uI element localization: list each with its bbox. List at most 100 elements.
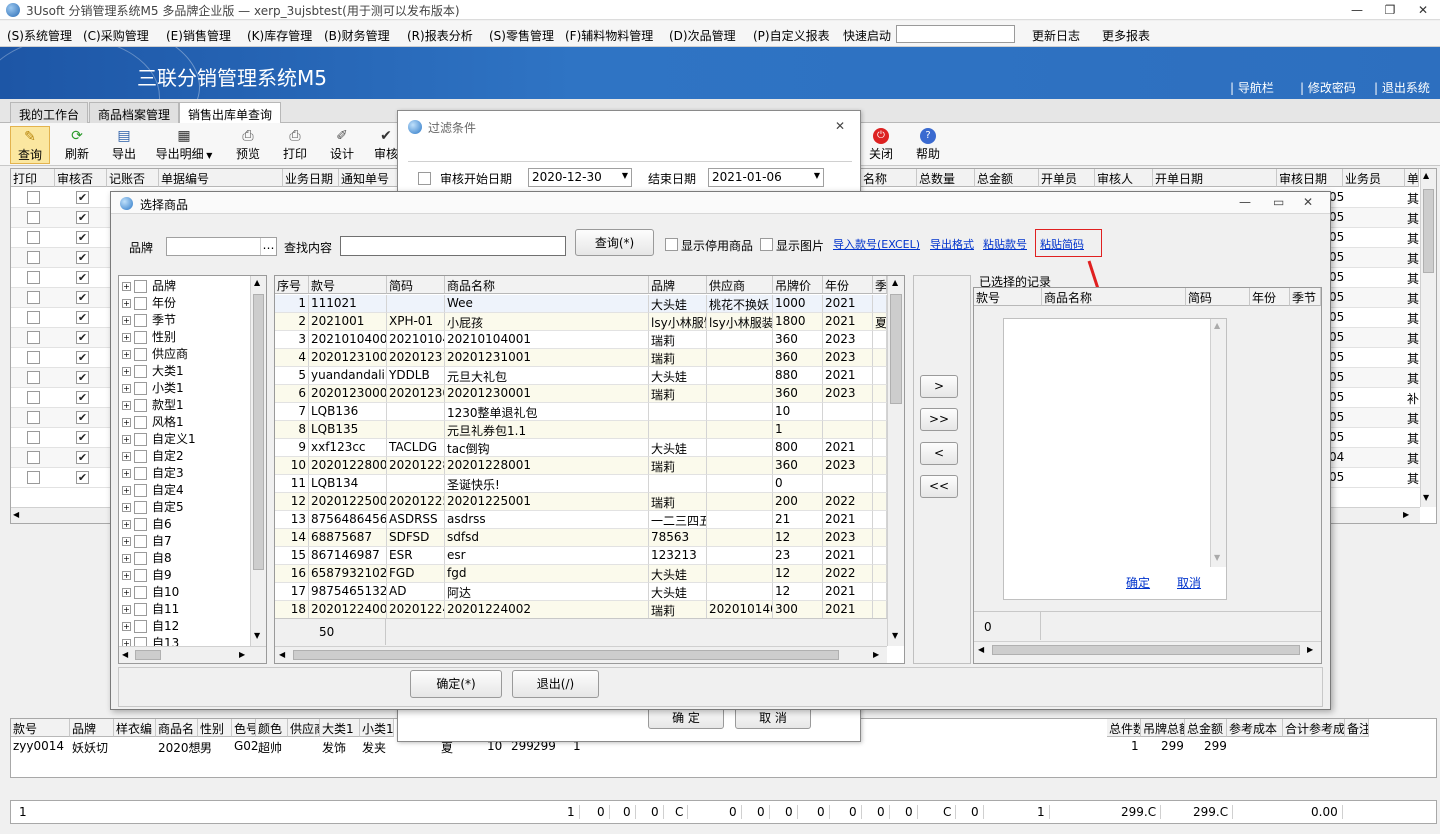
table-row[interactable]: 122020122500120201225C20201225001瑞莉20020… xyxy=(275,493,887,511)
filter-close-icon[interactable]: ✕ xyxy=(835,119,845,133)
col-name[interactable]: 名称 xyxy=(861,169,917,187)
print-checkbox[interactable] xyxy=(27,311,40,324)
selected-hscroll-thumb[interactable] xyxy=(992,645,1300,655)
tree-checkbox[interactable] xyxy=(134,280,147,293)
tree-checkbox[interactable] xyxy=(134,399,147,412)
menu-inventory[interactable]: (K)库存管理 xyxy=(247,27,312,44)
tree-node[interactable]: + 自定2 xyxy=(122,447,184,464)
col-tag-total[interactable]: 吊牌总额 xyxy=(1141,719,1185,737)
scroll-down-icon[interactable]: ▼ xyxy=(254,631,260,640)
expand-icon[interactable]: + xyxy=(122,299,131,308)
remove-all-button[interactable]: << xyxy=(920,475,958,498)
print-button[interactable]: ⎙ 打印 xyxy=(279,126,311,164)
product-hscroll-thumb[interactable] xyxy=(293,650,839,660)
tree-checkbox[interactable] xyxy=(134,484,147,497)
tab-product-archive[interactable]: 商品档案管理 xyxy=(89,102,180,123)
expand-icon[interactable]: + xyxy=(122,384,131,393)
exit-button[interactable]: 退出(/) xyxy=(512,670,599,698)
menu-purchase[interactable]: (C)采购管理 xyxy=(83,27,149,44)
tree-vscroll[interactable]: ▲ ▼ xyxy=(250,276,266,646)
tree-checkbox[interactable] xyxy=(134,620,147,633)
menu-retail[interactable]: (S)零售管理 xyxy=(489,27,554,44)
table-row[interactable]: 9 xxf123cc TACLDG tac倒钩 大头娃 800 2021 xyxy=(275,439,887,457)
tree-node[interactable]: + 自定3 xyxy=(122,464,184,481)
export-format-link[interactable]: 导出格式 xyxy=(930,236,974,252)
tree-node[interactable]: + 款型1 xyxy=(122,396,184,413)
tree-checkbox[interactable] xyxy=(134,501,147,514)
add-all-button[interactable]: >> xyxy=(920,408,958,431)
product-grid-hscroll[interactable]: ◀ ▶ xyxy=(275,646,887,663)
nav-link[interactable]: | 导航栏 xyxy=(1230,79,1274,96)
audited-checkbox[interactable]: ✔ xyxy=(76,331,89,344)
audit-button[interactable]: ✔ 审核 xyxy=(372,126,400,164)
col-product-name[interactable]: 商品名 xyxy=(156,719,198,737)
tree-checkbox[interactable] xyxy=(134,603,147,616)
menu-changelog[interactable]: 更新日志 xyxy=(1032,27,1080,44)
audited-checkbox[interactable]: ✔ xyxy=(76,351,89,364)
menu-sales[interactable]: (E)销售管理 xyxy=(166,27,231,44)
expand-icon[interactable]: + xyxy=(122,520,131,529)
close-window-button[interactable]: ✕ xyxy=(1406,0,1440,20)
add-selected-button[interactable]: > xyxy=(920,375,958,398)
tree-checkbox[interactable] xyxy=(134,382,147,395)
refresh-button[interactable]: ⟳ 刷新 xyxy=(61,126,93,164)
table-row[interactable]: 8 LQB135 元旦礼券包1.1 1 xyxy=(275,421,887,439)
table-row[interactable]: 5yuandandalibaoYDDLB元旦大礼包大头娃 8802021 xyxy=(275,367,887,385)
end-date-field[interactable]: 2021-01-06 ▼ xyxy=(708,168,824,187)
menu-defects[interactable]: (D)次品管理 xyxy=(669,27,736,44)
table-row[interactable]: 17 98754651327 AD 阿达 大头娃 12 2021 xyxy=(275,583,887,601)
main-grid-vscroll-thumb[interactable] xyxy=(1423,189,1434,273)
dropdown-arrow-icon[interactable]: ▼ xyxy=(622,171,628,180)
col-brand[interactable]: 品牌 xyxy=(70,719,114,737)
tree-hscroll[interactable]: ◀ ▶ xyxy=(119,646,266,663)
tree-checkbox[interactable] xyxy=(134,331,147,344)
col-color-no[interactable]: 色号 xyxy=(232,719,256,737)
scroll-left-icon[interactable]: ◀ xyxy=(13,510,19,519)
selected-hscroll[interactable]: ◀ ▶ xyxy=(974,641,1321,658)
col-total-ref-cost[interactable]: 合计参考成 xyxy=(1283,719,1345,737)
tree-checkbox[interactable] xyxy=(134,586,147,599)
tree-checkbox[interactable] xyxy=(134,518,147,531)
popup-ok-link[interactable]: 确定 xyxy=(1126,574,1150,591)
menu-finance[interactable]: (B)财务管理 xyxy=(324,27,390,44)
filter-ok-button[interactable]: 确 定 xyxy=(648,707,724,729)
col-sample-no[interactable]: 样衣编 xyxy=(114,719,156,737)
col-gender[interactable]: 性别 xyxy=(198,719,232,737)
col-product-name[interactable]: 商品名称 xyxy=(445,276,649,294)
scroll-up-icon[interactable]: ▲ xyxy=(1423,171,1429,180)
table-row[interactable]: 1 111021 Wee 大头娃 桃花不换妖 1000 2021 xyxy=(275,295,887,313)
tree-node[interactable]: + 性别 xyxy=(122,328,176,345)
sel-col-name[interactable]: 商品名称 xyxy=(1042,288,1186,306)
expand-icon[interactable]: + xyxy=(122,537,131,546)
dropdown-arrow-icon[interactable]: ▼ xyxy=(814,171,820,180)
scroll-right-icon[interactable]: ▶ xyxy=(873,650,879,659)
close-button[interactable]: ⏻ 关闭 xyxy=(865,126,897,164)
tree-node[interactable]: + 自8 xyxy=(122,549,172,566)
export-detail-button[interactable]: ▦ 导出明细 ▼ xyxy=(149,126,219,164)
help-button[interactable]: ? 帮助 xyxy=(912,126,944,164)
print-checkbox[interactable] xyxy=(27,191,40,204)
show-image-checkbox[interactable] xyxy=(760,238,773,251)
table-row[interactable]: 13 8756486456 ASDRSS asdrss 一二三四五 21 2021 xyxy=(275,511,887,529)
print-checkbox[interactable] xyxy=(27,251,40,264)
tree-node[interactable]: + 品牌 xyxy=(122,277,176,294)
expand-icon[interactable]: + xyxy=(122,333,131,342)
table-row[interactable]: 16 65879321022 FGD fgd 大头娃 12 2022 xyxy=(275,565,887,583)
audited-checkbox[interactable]: ✔ xyxy=(76,471,89,484)
tree-checkbox[interactable] xyxy=(134,365,147,378)
tree-node[interactable]: + 自9 xyxy=(122,566,172,583)
tree-checkbox[interactable] xyxy=(134,552,147,565)
audited-checkbox[interactable]: ✔ xyxy=(76,231,89,244)
expand-icon[interactable]: + xyxy=(122,350,131,359)
col-color[interactable]: 颜色 xyxy=(256,719,288,737)
paste-short-code-link[interactable]: 粘贴简码 xyxy=(1040,236,1084,252)
menu-reports[interactable]: (R)报表分析 xyxy=(407,27,473,44)
scroll-right-icon[interactable]: ▶ xyxy=(239,650,245,659)
tree-node[interactable]: + 自11 xyxy=(122,600,179,617)
expand-icon[interactable]: + xyxy=(122,401,131,410)
print-checkbox[interactable] xyxy=(27,471,40,484)
col-year[interactable]: 年份 xyxy=(823,276,873,294)
expand-icon[interactable]: + xyxy=(122,486,131,495)
expand-icon[interactable]: + xyxy=(122,605,131,614)
audited-checkbox[interactable]: ✔ xyxy=(76,451,89,464)
